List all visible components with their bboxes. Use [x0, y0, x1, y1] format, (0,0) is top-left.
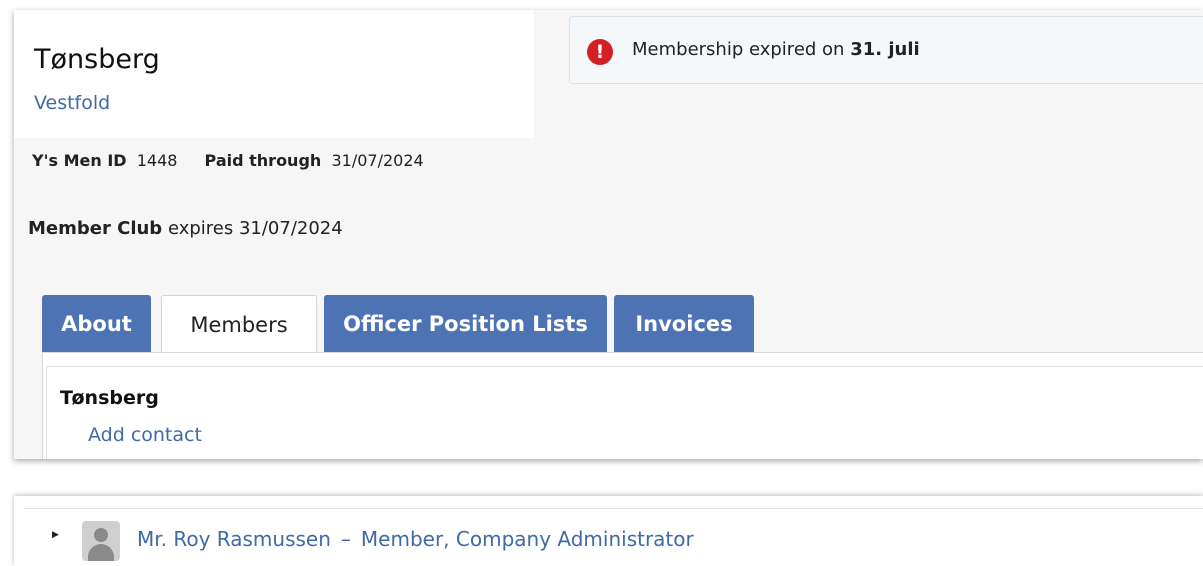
tab-officer-position-lists[interactable]: Officer Position Lists — [324, 295, 607, 353]
alert-date: 31. juli — [850, 39, 920, 60]
row-divider — [24, 508, 1203, 509]
club-ids: Y's Men ID 1448 Paid through 31/07/2024 — [32, 151, 424, 170]
membership-expires: expires 31/07/2024 — [167, 218, 343, 239]
ysmen-id-value: 1448 — [136, 151, 178, 170]
ysmen-id-label: Y's Men ID — [32, 151, 127, 170]
membership-type: Member Club — [28, 218, 163, 239]
tab-members[interactable]: Members — [161, 295, 317, 353]
club-header: Tønsberg Vestfold — [14, 10, 534, 138]
members-group: Tønsberg Add contact — [46, 366, 1203, 459]
club-panel: Tønsberg Vestfold ! Membership expired o… — [14, 10, 1203, 459]
tab-invoices[interactable]: Invoices — [614, 295, 754, 353]
region-link[interactable]: Vestfold — [34, 92, 110, 114]
alert-text: Membership expired on 31. juli — [632, 39, 920, 60]
expand-triangle-icon[interactable]: ▶ — [52, 530, 59, 540]
members-group-title: Tønsberg — [60, 387, 159, 409]
member-roles: Member, Company Administrator — [360, 527, 694, 551]
user-placeholder-icon — [82, 521, 120, 561]
member-row[interactable]: Mr. Roy Rasmussen – Member, Company Admini… — [137, 527, 694, 551]
add-contact-link[interactable]: Add contact — [88, 424, 202, 446]
paid-through-label: Paid through — [204, 151, 322, 170]
membership-status: Member Club expires 31/07/2024 — [28, 218, 343, 239]
members-content: Tønsberg Add contact — [42, 352, 1203, 459]
club-name: Tønsberg — [34, 44, 160, 75]
membership-alert: ! Membership expired on 31. juli — [569, 16, 1203, 84]
tab-about[interactable]: About — [42, 295, 151, 353]
members-list-panel: ▶ Mr. Roy Rasmussen – Member, Company Admi… — [14, 496, 1203, 566]
paid-through-value: 31/07/2024 — [331, 151, 424, 170]
exclamation-circle-icon: ! — [587, 39, 613, 65]
member-name: Mr. Roy Rasmussen — [137, 527, 331, 551]
member-separator: – — [340, 527, 351, 551]
